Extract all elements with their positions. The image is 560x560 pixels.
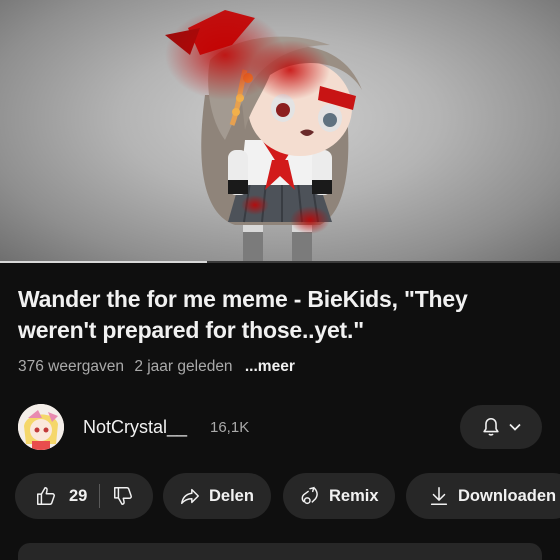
- thumbs-down-icon[interactable]: [112, 485, 134, 507]
- thumbs-up-icon[interactable]: [35, 485, 57, 507]
- view-count: 376 weergaven: [18, 358, 124, 375]
- video-watch-page: Wander the for me meme - BieKids, "They …: [0, 0, 560, 560]
- video-title[interactable]: Wander the for me meme - BieKids, "They …: [18, 284, 548, 346]
- download-label: Downloaden: [458, 486, 557, 505]
- avatar-image: [18, 404, 64, 450]
- share-icon: [181, 488, 199, 505]
- more-link[interactable]: ...meer: [245, 358, 295, 375]
- video-player[interactable]: [0, 0, 560, 263]
- video-progress-fill: [0, 261, 208, 263]
- like-divider: [99, 484, 101, 508]
- channel-avatar[interactable]: [18, 404, 64, 450]
- remix-label: Remix: [329, 486, 379, 505]
- like-count[interactable]: 29: [69, 487, 87, 506]
- share-label: Delen: [209, 486, 254, 505]
- video-frame: [165, 10, 362, 263]
- like-dislike-group: 29: [15, 473, 153, 519]
- upload-age: 2 jaar geleden: [134, 358, 233, 375]
- comments-panel[interactable]: [18, 543, 542, 560]
- remix-icon: [301, 486, 318, 505]
- notification-settings-button[interactable]: [460, 405, 542, 449]
- chevron-down-icon: [509, 423, 521, 431]
- channel-name[interactable]: NotCrystal__: [83, 417, 187, 438]
- subscriber-count: 16,1K: [210, 419, 250, 436]
- video-meta[interactable]: 376 weergaven 2 jaar geleden ...meer: [18, 358, 301, 376]
- download-button[interactable]: Downloaden: [406, 473, 560, 519]
- bell-icon: [483, 417, 499, 436]
- remix-button[interactable]: Remix: [283, 473, 395, 519]
- share-button[interactable]: Delen: [163, 473, 271, 519]
- download-icon: [430, 486, 448, 506]
- video-progress-bar[interactable]: [0, 261, 560, 263]
